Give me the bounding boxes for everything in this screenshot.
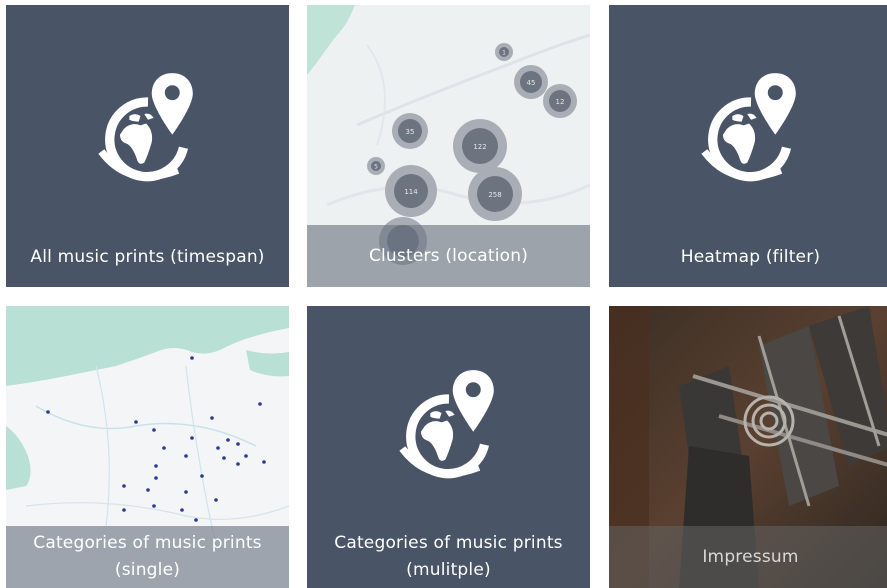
tile-impressum[interactable]: Impressum [609,306,887,588]
cluster-5[interactable]: 5 [367,157,385,175]
cluster-12[interactable]: 12 [543,84,577,118]
cluster-count: 12 [556,98,565,106]
tile-label: Clusters (location) [368,245,529,266]
cluster-count: 122 [473,143,486,151]
tile-caption: All music prints (timespan) [6,227,289,287]
tile-categories-single[interactable]: Categories of music prints (single) [6,306,289,588]
tile-clusters[interactable]: 1 45 12 35 122 5 114 258 Clusters (locat… [307,5,590,287]
cluster-114[interactable]: 114 [385,165,437,217]
tile-label: Heatmap (filter) [680,246,821,267]
cluster-1[interactable]: 1 [495,43,513,61]
tile-all-music-prints[interactable]: All music prints (timespan) [6,5,289,287]
tile-label: All music prints (timespan) [30,246,265,267]
tile-label-line2: (single) [114,560,181,580]
globe-pin-icon [695,69,807,191]
cluster-count: 258 [488,191,501,199]
globe-pin-icon [393,366,505,488]
globe-pin-icon [92,69,204,191]
cluster-count: 45 [527,79,536,87]
tile-caption: Clusters (location) [307,225,590,287]
cluster-258[interactable]: 258 [468,167,522,221]
tile-caption: Categories of music prints (mulitple) [307,526,590,588]
tile-label: Impressum [702,546,799,567]
tile-label-line2: (mulitple) [406,560,491,580]
tile-categories-multiple[interactable]: Categories of music prints (mulitple) [307,306,590,588]
cluster-35[interactable]: 35 [392,113,428,149]
tile-caption: Categories of music prints (single) [6,526,289,588]
tile-heatmap[interactable]: Heatmap (filter) [609,5,887,287]
cluster-122[interactable]: 122 [453,119,507,173]
cluster-count: 35 [406,128,415,136]
tile-label-line1: Categories of music prints [33,533,262,553]
cluster-count: 5 [374,164,378,171]
tile-caption: Impressum [609,526,887,588]
tile-label-line1: Categories of music prints [334,533,563,553]
tile-caption: Heatmap (filter) [609,227,887,287]
cluster-count: 114 [404,188,418,196]
cluster-45[interactable]: 45 [514,65,548,99]
cluster-count: 1 [502,50,506,57]
